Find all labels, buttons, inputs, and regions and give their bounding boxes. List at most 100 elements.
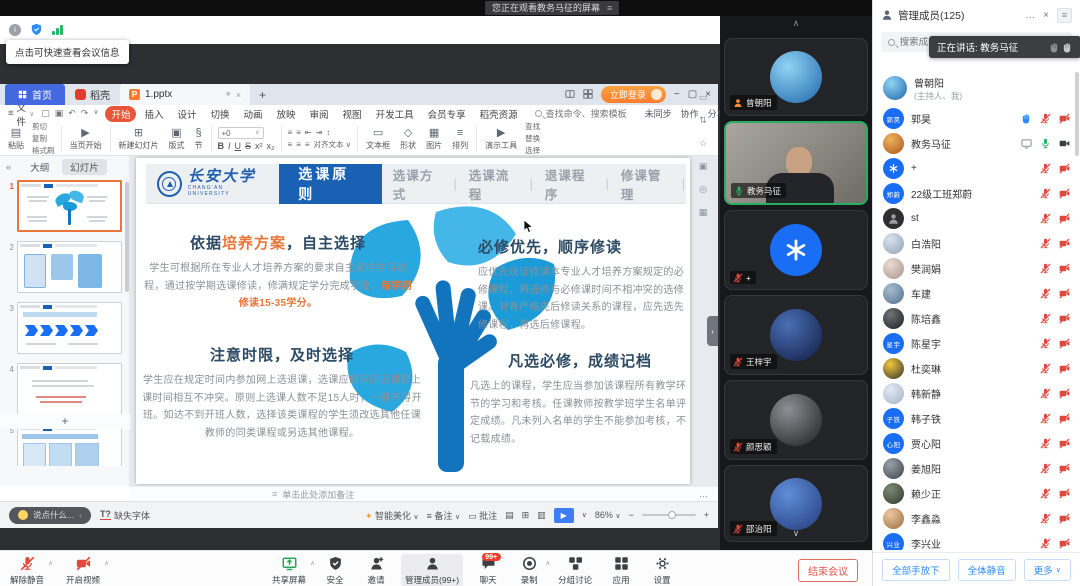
undo-icon[interactable]: ↶ — [68, 108, 76, 119]
menu-tab-视图[interactable]: 视图 — [337, 106, 368, 122]
ribbon-copy-button[interactable]: 复制 — [32, 133, 55, 144]
pane-scrollbar[interactable] — [125, 182, 129, 292]
menu-tab-动画[interactable]: 动画 — [238, 106, 269, 122]
menu-tab-审阅[interactable]: 审阅 — [304, 106, 335, 122]
chevron-up-icon[interactable]: ∧ — [545, 559, 550, 567]
zoom-level[interactable]: 86% ∨ — [595, 510, 621, 520]
split-view-icon[interactable] — [565, 89, 575, 101]
align-text-button[interactable]: 对齐文本 ∨ — [314, 139, 352, 150]
participant-row[interactable]: 兴业李兴业 — [873, 531, 1080, 550]
ribbon-paste-button[interactable]: ▤粘贴 — [6, 127, 26, 151]
menu-tab-会员专享[interactable]: 会员专享 — [422, 106, 472, 122]
chevron-up-icon[interactable]: ∧ — [48, 559, 53, 567]
strike-button[interactable]: S — [245, 141, 251, 151]
ribbon-picture-button[interactable]: ▦图片 — [424, 127, 444, 151]
network-signal-icon[interactable] — [52, 24, 63, 35]
view-read-icon[interactable]: ▥ — [537, 510, 546, 521]
participant-row[interactable]: + — [873, 156, 1080, 181]
line-spacing-icon[interactable]: ↕ — [326, 128, 330, 137]
side-panel-handle[interactable]: › — [707, 316, 718, 346]
ribbon-section-button[interactable]: §节 — [193, 127, 205, 151]
grid-view-icon[interactable] — [583, 89, 593, 101]
banner-menu-icon[interactable]: ≡ — [607, 1, 612, 15]
align-left-icon[interactable]: ≡ — [288, 140, 293, 149]
slide-thumbnail-3[interactable]: 3 — [2, 302, 122, 354]
close-tab-icon[interactable]: × — [236, 90, 241, 100]
end-meeting-button[interactable]: 结束会议 — [798, 559, 858, 582]
participant-row[interactable]: 樊润娟 — [873, 256, 1080, 281]
pin-icon[interactable]: ⌖ — [226, 89, 231, 100]
control-settings[interactable]: 设置 — [646, 554, 678, 586]
control-apps[interactable]: 应用 — [605, 554, 637, 586]
video-tile-王梓宇[interactable]: 王梓宇 — [724, 295, 868, 375]
transition-icon[interactable]: ⇅ — [699, 115, 707, 126]
video-strip-collapse-icon[interactable]: ∧ — [720, 18, 872, 29]
participant-row[interactable]: 杜奕琳 — [873, 356, 1080, 381]
control-cam-off[interactable]: 开启视频∧ — [62, 554, 104, 586]
video-tile-+[interactable]: + — [724, 210, 868, 290]
collapse-pane-icon[interactable]: « — [6, 162, 11, 173]
menu-tab-稻壳资源[interactable]: 稻壳资源 — [474, 106, 524, 122]
zoom-slider[interactable] — [642, 514, 696, 516]
control-shield[interactable]: 安全 — [319, 554, 351, 586]
participant-row[interactable]: 星宇陈星宇 — [873, 331, 1080, 356]
ribbon-shape-button[interactable]: ◇形状 — [398, 127, 418, 151]
control-members[interactable]: 管理成员(99+) — [401, 554, 463, 586]
properties-icon[interactable]: ▭ — [699, 92, 708, 103]
slide-thumbnail-1[interactable]: 1 — [2, 180, 122, 232]
italic-button[interactable]: I — [228, 141, 231, 151]
panel-more-icon[interactable]: … — [1025, 10, 1035, 21]
menu-tab-插入[interactable]: 插入 — [138, 106, 169, 122]
subscript-button[interactable]: x₂ — [267, 141, 275, 151]
login-button[interactable]: 立即登录 — [601, 86, 666, 103]
view-normal-icon[interactable]: ▤ — [505, 510, 514, 521]
menu-tab-开发工具[interactable]: 开发工具 — [370, 106, 420, 122]
wps-home-tab[interactable]: 首页 — [5, 84, 65, 105]
view-grid-icon[interactable]: ⊞ — [522, 510, 530, 521]
control-chat[interactable]: 99+聊天 — [472, 554, 504, 586]
underline-button[interactable]: U — [235, 141, 242, 151]
outdent-icon[interactable]: ⇤ — [305, 128, 312, 137]
slide-thumbnail-5[interactable]: 5 — [2, 424, 122, 466]
control-breakout[interactable]: 分组讨论 — [554, 554, 596, 586]
new-doc-icon[interactable]: ▢ — [41, 108, 50, 119]
new-tab-button[interactable]: + — [259, 88, 266, 105]
ribbon-painter-button[interactable]: 格式刷 — [32, 145, 55, 156]
more-button[interactable]: 更多∨ — [1024, 559, 1071, 581]
notes-more-icon[interactable]: … — [699, 489, 718, 499]
video-tile-曾朝阳[interactable]: 曾朝阳 — [724, 38, 868, 116]
video-tile-邵治阳[interactable]: 邵治阳∨ — [724, 465, 868, 542]
slides-tab[interactable]: 幻灯片 — [62, 159, 107, 175]
slide-preview[interactable] — [17, 241, 122, 293]
ribbon-layout-button[interactable]: ▣版式 — [167, 127, 187, 151]
ribbon-textbox-button[interactable]: ▭文本框 — [364, 127, 392, 151]
slide-thumbnail-2[interactable]: 2 — [2, 241, 122, 293]
video-tile-教务马征[interactable]: 教务马征 — [724, 121, 868, 205]
ribbon-cut-button[interactable]: 剪切 — [32, 122, 55, 132]
video-tile-颜思颖[interactable]: 颜思颖 — [724, 380, 868, 460]
outline-tab[interactable]: 大纲 — [22, 159, 57, 175]
align-right-icon[interactable]: ≡ — [305, 140, 310, 149]
wps-minimize-icon[interactable]: − — [674, 89, 680, 100]
participant-row[interactable]: 心阳贾心阳 — [873, 431, 1080, 456]
security-shield-icon[interactable] — [30, 23, 43, 36]
ribbon-arrange-button[interactable]: ≡排列 — [450, 127, 470, 151]
play-slideshow-button[interactable]: ▶ — [554, 508, 574, 523]
bullet-list-icon[interactable]: ≡ — [288, 128, 293, 137]
favorites-icon[interactable]: ☆ — [699, 138, 707, 149]
slide-preview[interactable] — [17, 180, 122, 232]
participant-row[interactable]: 韩新静 — [873, 381, 1080, 406]
participant-row[interactable]: 教务马征 — [873, 131, 1080, 156]
participant-row[interactable]: 赖少正 — [873, 481, 1080, 506]
number-list-icon[interactable]: ≡ — [296, 128, 301, 137]
notes-button[interactable]: ≡ 备注 ∨ — [427, 509, 460, 522]
command-search[interactable] — [535, 109, 638, 119]
help-icon[interactable]: ◎ — [699, 184, 707, 195]
participant-row[interactable]: 曾朝阳(主持人、我) — [873, 70, 1080, 106]
quick-access-toolbar[interactable]: ▢▣↶↷∨ — [41, 108, 98, 119]
ribbon-find-button[interactable]: 查找 — [525, 122, 540, 132]
wps-docer-tab[interactable]: 稻壳 — [65, 84, 120, 105]
participant-row[interactable]: 姜旭阳 — [873, 456, 1080, 481]
control-record[interactable]: 录制∧ — [513, 554, 545, 586]
menu-tab-设计[interactable]: 设计 — [171, 106, 202, 122]
